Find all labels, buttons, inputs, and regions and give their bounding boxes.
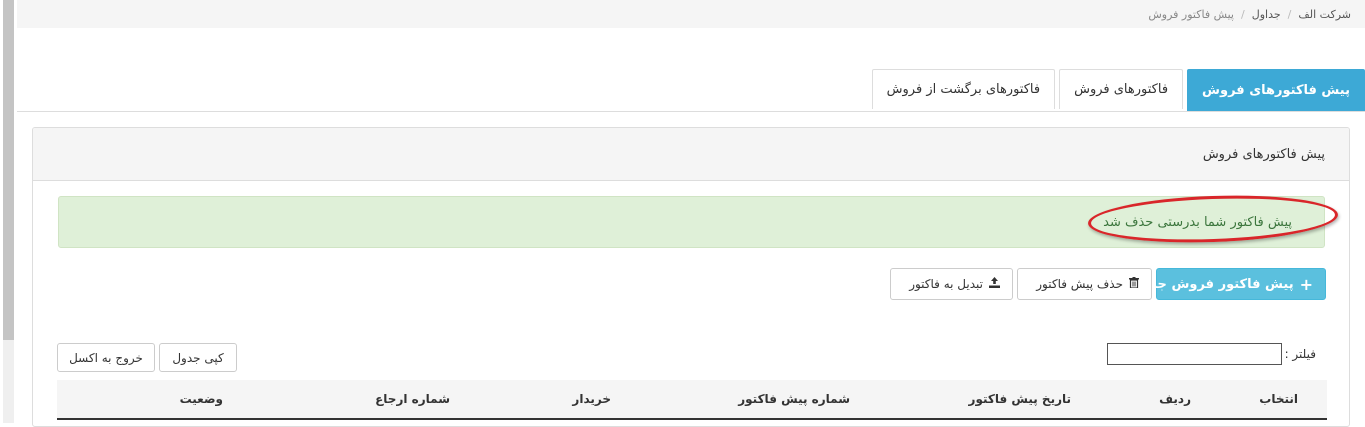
convert-to-invoice-label: تبدیل به فاکتور	[909, 277, 983, 291]
tab-sales-returns[interactable]: فاکتورهای برگشت از فروش	[871, 69, 1056, 109]
copy-table-label: کپی جدول	[172, 350, 224, 365]
scrollbar-thumb[interactable]	[3, 0, 14, 340]
breadcrumb-separator: /	[1287, 7, 1292, 21]
left-scrollbar[interactable]	[0, 0, 14, 423]
copy-table-button[interactable]: کپی جدول	[159, 343, 237, 372]
column-header-select[interactable]: انتخاب	[1259, 392, 1298, 406]
new-proforma-button[interactable]: + پیش فاکتور فروش جدید	[1138, 268, 1326, 300]
tab-sales-proforma[interactable]: پیش فاکتورهای فروش	[1187, 69, 1365, 111]
delete-proforma-label: حذف پیش فاکتور	[1036, 277, 1123, 291]
convert-to-invoice-button[interactable]: تبدیل به فاکتور	[890, 268, 1013, 300]
filter-label: فیلتر :	[1284, 347, 1316, 361]
breadcrumb-item-tables[interactable]: جداول	[1252, 8, 1281, 21]
new-proforma-label: پیش فاکتور فروش جدید	[1137, 276, 1294, 292]
plus-icon: +	[1299, 274, 1313, 294]
tab-sales-invoices[interactable]: فاکتورهای فروش	[1059, 69, 1184, 109]
breadcrumb-separator: /	[1241, 7, 1245, 21]
success-alert-text: پیش فاکتور شما بدرستی حذف شد	[1103, 214, 1292, 230]
upload-icon	[989, 277, 1000, 291]
success-alert: پیش فاکتور شما بدرستی حذف شد	[58, 196, 1325, 248]
column-header-row-number[interactable]: ردیف	[1159, 392, 1191, 406]
tab-bar: پیش فاکتورهای فروش فاکتورهای فروش فاکتور…	[17, 69, 1365, 112]
panel-title: پیش فاکتورهای فروش	[33, 128, 1349, 181]
column-header-proforma-date[interactable]: تاریخ پیش فاکتور	[969, 392, 1071, 406]
column-header-status[interactable]: وضعیت	[180, 392, 223, 406]
column-header-reference-number[interactable]: شماره ارجاع	[375, 392, 450, 406]
column-header-proforma-number[interactable]: شماره پیش فاکتور	[738, 392, 850, 406]
export-excel-label: خروج به اکسل	[69, 350, 143, 365]
delete-proforma-button[interactable]: حذف پیش فاکتور	[1017, 268, 1152, 300]
column-header-buyer[interactable]: خریدار	[572, 392, 611, 406]
export-excel-button[interactable]: خروج به اکسل	[57, 343, 155, 372]
breadcrumb-item-current: پیش فاکتور فروش	[1148, 7, 1234, 21]
breadcrumb-item-company[interactable]: شرکت الف	[1298, 8, 1351, 21]
trash-icon	[1129, 277, 1139, 291]
table-header-row: انتخاب ردیف تاریخ پیش فاکتور شماره پیش ف…	[57, 380, 1327, 420]
breadcrumb: شرکت الف / جداول / پیش فاکتور فروش	[17, 0, 1365, 28]
scrollbar-track[interactable]	[3, 340, 14, 423]
filter-input[interactable]	[1107, 343, 1282, 365]
